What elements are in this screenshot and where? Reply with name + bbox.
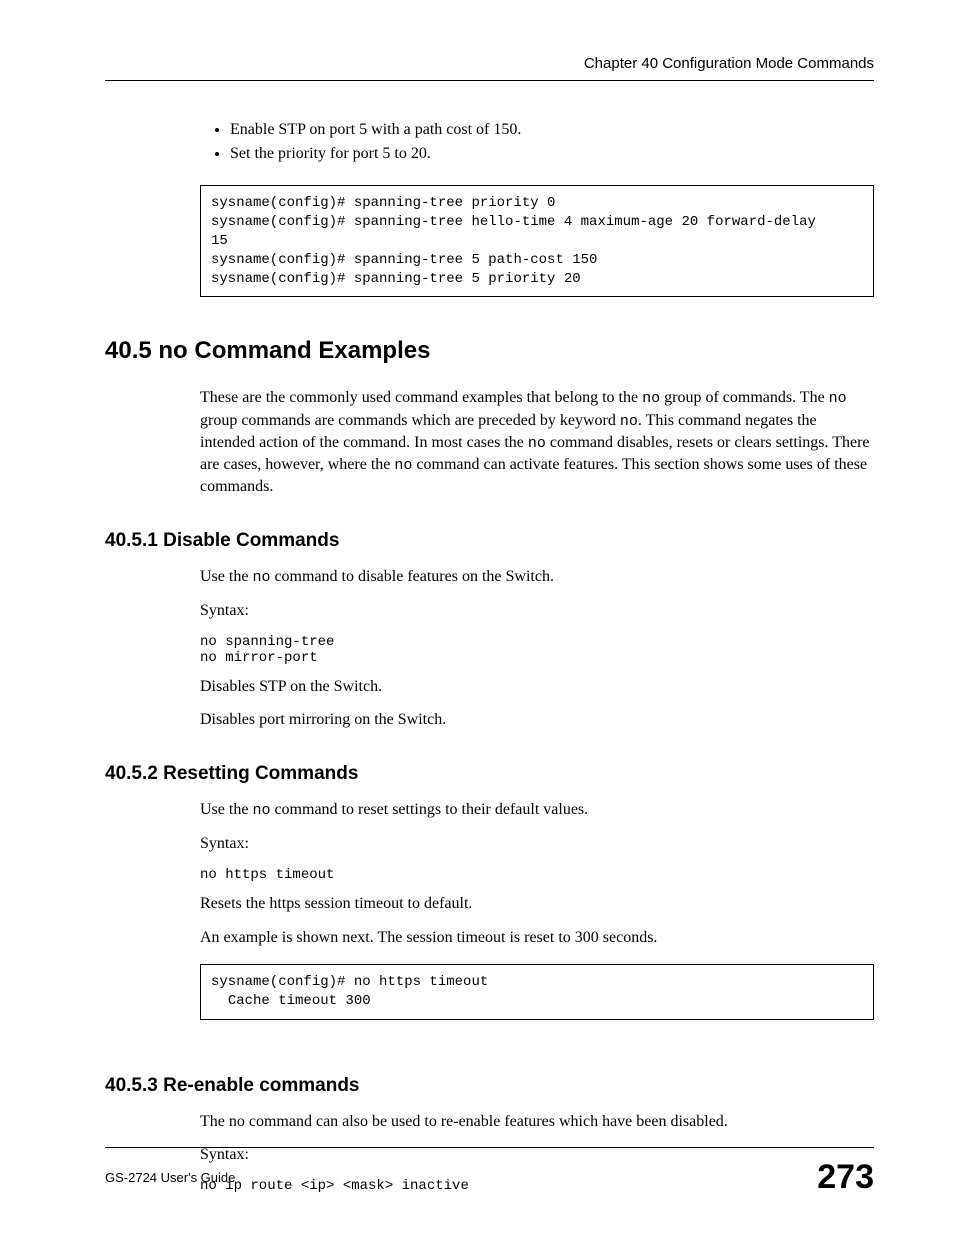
footer-page-number: 273 <box>817 1158 874 1197</box>
intro-bullet-list: Enable STP on port 5 with a path cost of… <box>200 121 874 163</box>
section-405-paragraph: These are the commonly used command exam… <box>200 387 874 498</box>
paragraph: Disables port mirroring on the Switch. <box>200 709 874 731</box>
list-item: Set the priority for port 5 to 20. <box>230 145 874 163</box>
code-snippet: no spanning-tree no mirror-port <box>200 634 874 666</box>
code-snippet: no https timeout <box>200 867 874 883</box>
subsection-heading-4052: 40.5.2 Resetting Commands <box>105 763 874 785</box>
document-page: Chapter 40 Configuration Mode Commands E… <box>0 0 954 1235</box>
page-footer: GS-2724 User's Guide 273 <box>105 1147 874 1197</box>
paragraph: Disables STP on the Switch. <box>200 676 874 698</box>
paragraph: An example is shown next. The session ti… <box>200 927 874 949</box>
syntax-label: Syntax: <box>200 833 874 855</box>
subsection-heading-4051: 40.5.1 Disable Commands <box>105 530 874 552</box>
list-item: Enable STP on port 5 with a path cost of… <box>230 121 874 139</box>
code-box-https-timeout: sysname(config)# no https timeout Cache … <box>200 964 874 1020</box>
section-heading-405: 40.5 no Command Examples <box>105 337 874 365</box>
syntax-label: Syntax: <box>200 600 874 622</box>
subsection-heading-4053: 40.5.3 Re-enable commands <box>105 1075 874 1097</box>
page-header: Chapter 40 Configuration Mode Commands <box>105 55 874 81</box>
page-body: Enable STP on port 5 with a path cost of… <box>105 121 874 1194</box>
paragraph: Use the no command to disable features o… <box>200 566 874 588</box>
paragraph: Resets the https session timeout to defa… <box>200 893 874 915</box>
footer-guide-name: GS-2724 User's Guide <box>105 1170 235 1185</box>
chapter-title: Chapter 40 Configuration Mode Commands <box>584 55 874 72</box>
code-box-spanning-tree: sysname(config)# spanning-tree priority … <box>200 185 874 297</box>
paragraph: Use the no command to reset settings to … <box>200 799 874 821</box>
paragraph: The no command can also be used to re-en… <box>200 1111 874 1133</box>
